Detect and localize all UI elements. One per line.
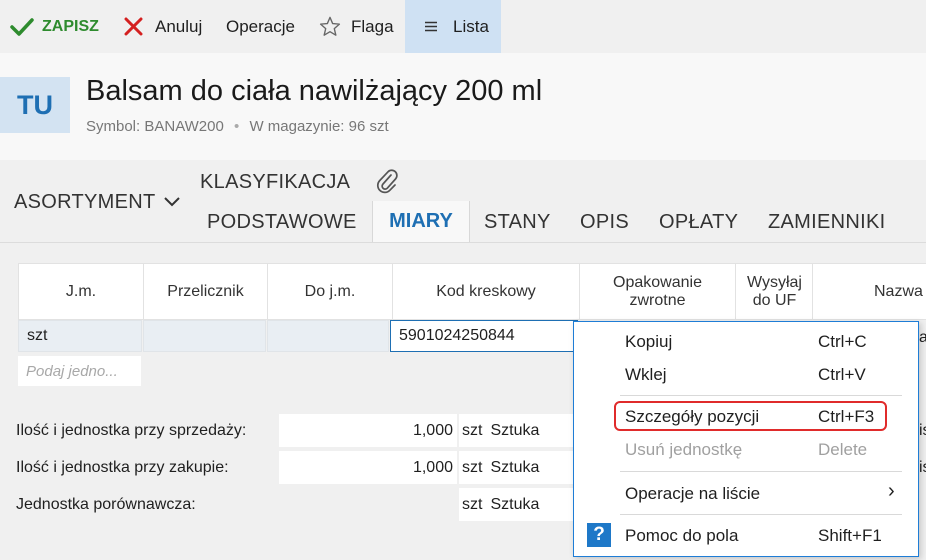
column-header-kod-kreskowy[interactable]: Kod kreskowy <box>393 264 580 319</box>
tab-klasyfikacja[interactable]: KLASYFIKACJA <box>200 171 350 194</box>
purchase-unit-name: Sztuka <box>490 458 540 476</box>
shortcut-details: Ctrl+F3 <box>818 407 875 426</box>
tab-oplaty[interactable]: OPŁATY <box>659 211 738 234</box>
tab-opis[interactable]: OPIS <box>580 211 629 234</box>
operations-label: Operacje <box>226 16 295 36</box>
clipped-text-1: a <box>919 329 926 346</box>
purchase-quantity-input[interactable]: 1,000 <box>279 451 457 484</box>
menu-separator <box>620 514 902 515</box>
cell-do-jm[interactable] <box>267 320 389 352</box>
column-header-nazwa[interactable]: Nazwa <box>814 264 926 319</box>
compare-unit-code: szt <box>462 495 483 513</box>
purchase-unit-select[interactable]: szt Sztuka <box>459 451 577 484</box>
close-icon <box>124 17 143 36</box>
check-icon <box>10 17 34 37</box>
column-header-jm[interactable]: J.m. <box>19 264 144 319</box>
flag-button[interactable]: Flaga <box>319 0 394 53</box>
tab-miary[interactable]: MIARY <box>372 201 470 242</box>
avatar: TU <box>0 77 70 133</box>
star-icon <box>319 16 341 37</box>
menu-item-help[interactable]: Pomoc do pola <box>625 526 738 546</box>
paperclip-icon[interactable] <box>375 168 399 199</box>
list-button[interactable]: Lista <box>405 0 501 53</box>
menu-item-list-operations[interactable]: Operacje na liście <box>625 484 760 504</box>
asortyment-label: ASORTYMENT <box>14 191 156 213</box>
shortcut-help: Shift+F1 <box>818 526 882 545</box>
sale-unit-code: szt <box>462 421 483 439</box>
item-subtitle: Symbol: BANAW200 • W magazynie: 96 szt <box>86 118 389 135</box>
sale-label: Ilość i jednostka przy sprzedaży: <box>16 422 247 439</box>
toolbar: ZAPISZ Anuluj Operacje Flaga Lista <box>0 0 926 53</box>
page-title: Balsam do ciała nawilżający 200 ml <box>86 75 543 107</box>
context-menu: Kopiuj Ctrl+C Wklej Ctrl+V Szczegóły poz… <box>573 321 919 557</box>
shortcut-copy: Ctrl+C <box>818 332 867 351</box>
cancel-button[interactable]: Anuluj <box>124 0 202 53</box>
help-icon: ? <box>587 523 611 547</box>
menu-separator <box>620 471 902 472</box>
cancel-label: Anuluj <box>155 16 203 36</box>
shortcut-paste: Ctrl+V <box>818 365 866 384</box>
save-label: ZAPISZ <box>42 17 99 35</box>
menu-item-paste[interactable]: Wklej <box>625 365 667 385</box>
column-header-do-jm[interactable]: Do j.m. <box>268 264 393 319</box>
menu-separator <box>620 395 902 396</box>
cell-jm[interactable]: szt <box>18 320 142 352</box>
save-button[interactable]: ZAPISZ <box>10 0 99 53</box>
menu-item-details[interactable]: Szczegóły pozycji <box>625 407 759 427</box>
tab-stany[interactable]: STANY <box>484 211 551 234</box>
purchase-label: Ilość i jednostka przy zakupie: <box>16 459 229 476</box>
chevron-right-icon: › <box>888 480 895 502</box>
column-header-opakowanie[interactable]: Opakowanie zwrotne <box>580 264 736 319</box>
column-header-wysylaj[interactable]: Wysyłaj do UF <box>737 264 813 319</box>
compare-unit-label: Jednostka porównawcza: <box>16 496 196 513</box>
compare-unit-select[interactable]: szt Sztuka <box>459 488 577 521</box>
cell-przelicznik[interactable] <box>143 320 266 352</box>
tab-zamienniki[interactable]: ZAMIENNIKI <box>768 211 885 234</box>
sale-quantity-input[interactable]: 1,000 <box>279 414 457 447</box>
list-label: Lista <box>453 16 489 36</box>
column-header-przelicznik[interactable]: Przelicznik <box>144 264 268 319</box>
clipped-text-2: is <box>919 422 926 439</box>
grid-header: J.m. Przelicznik Do j.m. Kod kreskowy Op… <box>18 263 926 320</box>
item-header: TU Balsam do ciała nawilżający 200 ml Sy… <box>0 53 926 160</box>
symbol-label: Symbol: BANAW200 <box>86 118 224 135</box>
menu-item-delete-unit[interactable]: Usuń jednostkę <box>625 440 742 460</box>
purchase-unit-code: szt <box>462 458 483 476</box>
tab-podstawowe[interactable]: PODSTAWOWE <box>207 211 357 234</box>
operations-button[interactable]: Operacje <box>226 0 295 53</box>
compare-unit-name: Sztuka <box>490 495 540 513</box>
tab-bar: ASORTYMENT KLASYFIKACJA PODSTAWOWE MIARY… <box>0 160 926 243</box>
sale-unit-name: Sztuka <box>490 421 540 439</box>
list-icon <box>425 21 437 32</box>
new-row-input[interactable]: Podaj jedno... <box>18 356 141 386</box>
stock-label: W magazynie: 96 szt <box>249 118 389 135</box>
column-header-nazwa-label: Nazwa <box>874 282 923 300</box>
cell-kod-kreskowy[interactable]: 5901024250844 <box>390 320 578 352</box>
sale-unit-select[interactable]: szt Sztuka <box>459 414 577 447</box>
clipped-text-3: is <box>919 459 926 476</box>
asortyment-dropdown[interactable]: ASORTYMENT <box>14 191 180 214</box>
flag-label: Flaga <box>351 16 394 36</box>
chevron-down-icon <box>163 194 180 212</box>
shortcut-delete: Delete <box>818 440 868 459</box>
subtitle-separator: • <box>234 118 240 135</box>
menu-item-copy[interactable]: Kopiuj <box>625 332 672 352</box>
